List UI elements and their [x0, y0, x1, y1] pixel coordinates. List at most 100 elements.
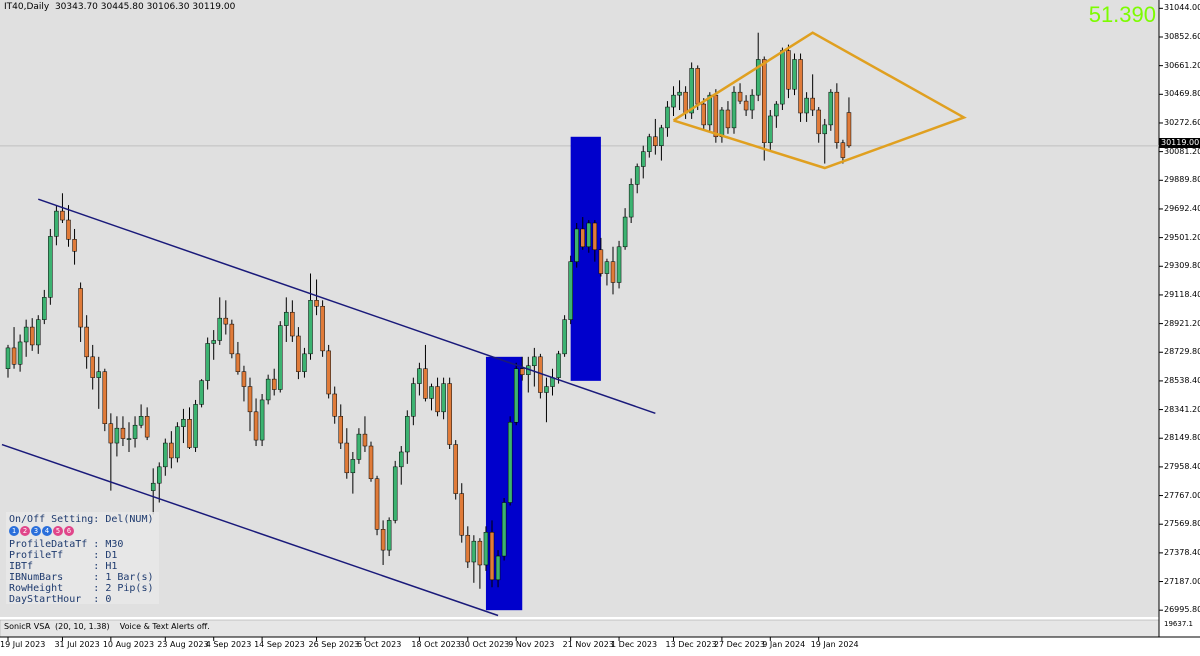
candle-body: [834, 91, 840, 143]
setting-row-height: RowHeight : 2 Pip(s): [9, 583, 154, 594]
candle-body: [810, 97, 815, 111]
y-tick-label: 30852.60: [1164, 31, 1200, 41]
profile-button-5[interactable]: 5: [53, 526, 63, 536]
candle-body: [556, 353, 561, 378]
candle-body: [332, 393, 337, 417]
candle-body: [743, 100, 749, 111]
candle-body: [320, 306, 325, 352]
candle-body: [737, 91, 743, 102]
setting-profile-tf: ProfileTf : D1: [9, 550, 118, 561]
y-tick-label: 30081.20: [1164, 146, 1200, 156]
settings-title[interactable]: On/Off Setting: Del(NUM): [9, 514, 159, 525]
y-tick-label: 30469.80: [1164, 89, 1200, 99]
candle-body: [828, 91, 834, 126]
candle-body: [513, 368, 519, 423]
candle-body: [302, 353, 307, 372]
candle-body: [471, 540, 477, 563]
profile-button-3[interactable]: 3: [31, 526, 41, 536]
y-tick-label: 27958.40: [1164, 461, 1200, 471]
candle-body: [338, 416, 343, 444]
candle-body: [659, 127, 664, 146]
y-tick-label: 29501.20: [1164, 232, 1200, 242]
candle-body: [314, 300, 319, 307]
candle-body: [429, 386, 434, 399]
x-tick-label: 14 Sep 2023: [254, 640, 305, 649]
profile-button-6[interactable]: 6: [64, 526, 74, 536]
candle-body: [271, 378, 277, 390]
candle-body: [392, 466, 398, 521]
candle-body: [247, 386, 253, 413]
candle-body: [495, 555, 501, 581]
candle-body: [290, 311, 295, 337]
price-chart[interactable]: [0, 0, 1200, 656]
candle-body: [792, 59, 797, 90]
candle-body: [840, 142, 846, 158]
candle-body: [296, 335, 301, 372]
candle-body: [604, 261, 610, 274]
candle-body: [798, 59, 803, 114]
y-tick-label: 29118.40: [1164, 289, 1200, 299]
candle-body: [568, 261, 573, 320]
x-tick-label: 1 Dec 2023: [611, 640, 658, 649]
candle-body: [762, 59, 767, 143]
candle-body: [54, 210, 59, 237]
candle-body: [610, 261, 616, 283]
candle-body: [36, 319, 41, 346]
x-tick-label: 23 Aug 2023: [157, 640, 209, 649]
candle-body: [695, 68, 700, 105]
candle-body: [683, 91, 688, 114]
y-tick-label: 27767.00: [1164, 490, 1200, 500]
candle-body: [344, 442, 350, 474]
candle-body: [689, 68, 694, 114]
candle-body: [193, 404, 198, 448]
candle-body: [211, 340, 216, 344]
symbol-header: IT40,Daily 30343.70 30445.80 30106.30 30…: [4, 2, 236, 12]
candle-body: [217, 317, 222, 341]
candle-body: [598, 249, 604, 274]
candle-body: [126, 438, 132, 440]
candle-body: [326, 350, 331, 395]
y-tick-label: 27187.00: [1164, 576, 1200, 586]
y-tick-label: 28149.80: [1164, 433, 1200, 443]
candle-body: [592, 222, 598, 251]
candle-body: [5, 347, 11, 369]
y-tick-label: 26995.80: [1164, 605, 1200, 615]
candle-body: [441, 383, 446, 413]
candle-body: [574, 228, 579, 262]
setting-day-start-hour: DayStartHour : 0: [9, 594, 112, 605]
candle-body: [356, 433, 362, 460]
indicator-label: SonicR VSA (20, 10, 1.38) Voice & Text A…: [4, 622, 210, 631]
y-tick-label: 28729.80: [1164, 347, 1200, 357]
y-tick-label: 30661.20: [1164, 60, 1200, 70]
candle-body: [417, 368, 422, 384]
candle-body: [447, 383, 452, 445]
candle-body: [23, 326, 29, 343]
candle-body: [459, 493, 464, 536]
candle-body: [284, 311, 289, 326]
candle-body: [562, 319, 567, 355]
candle-body: [586, 222, 592, 248]
profile-button-4[interactable]: 4: [42, 526, 52, 536]
candle-body: [725, 109, 731, 129]
candle-body: [235, 353, 241, 372]
candle-body: [768, 115, 773, 143]
y-tick-label: 31044.00: [1164, 3, 1200, 13]
candle-body: [550, 377, 555, 387]
candle-body: [749, 94, 755, 111]
x-tick-label: 30 Oct 2023: [459, 640, 510, 649]
candle-body: [677, 91, 682, 96]
candle-body: [786, 50, 791, 90]
candle-body: [616, 246, 622, 283]
candle-body: [780, 50, 785, 105]
candle-body: [380, 529, 386, 551]
x-tick-label: 31 Jul 2023: [54, 640, 100, 649]
candle-body: [701, 103, 706, 126]
candle-body: [120, 427, 126, 439]
candle-body: [90, 356, 95, 378]
candle-body: [157, 466, 162, 484]
profile-button-2[interactable]: 2: [20, 526, 30, 536]
candle-body: [138, 416, 144, 426]
profile-button-1[interactable]: 1: [9, 526, 19, 536]
candle-body: [846, 112, 852, 147]
candle-body: [150, 482, 156, 491]
